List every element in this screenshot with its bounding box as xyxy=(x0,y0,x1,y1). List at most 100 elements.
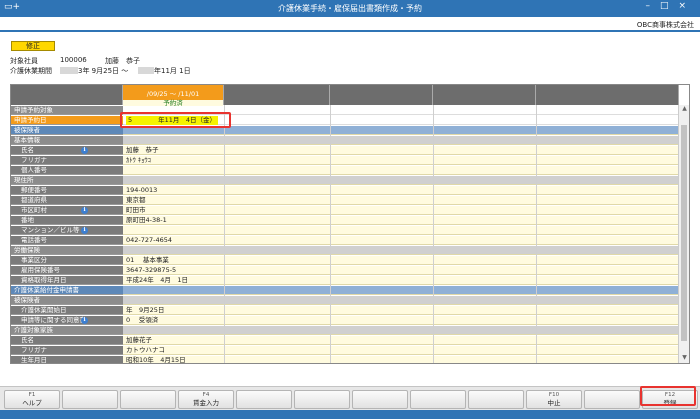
title-bar: ▭+ 介護休業手続・雇保届出書類作成・予約 –□× xyxy=(0,0,700,17)
employee-name: 加藤 恭子 xyxy=(105,57,140,65)
grid-row: 事業区分 01 基本事業 xyxy=(11,256,679,265)
cell-value[interactable]: 町田市 xyxy=(126,206,146,215)
row-label: 番地 xyxy=(11,216,123,225)
row-cells[interactable]: 加藤花子 xyxy=(123,336,679,345)
row-cells[interactable] xyxy=(123,176,679,185)
row-cells[interactable] xyxy=(123,296,679,305)
fkey-blank[interactable] xyxy=(62,390,118,409)
row-label: 生年月日 xyxy=(11,356,123,363)
row-label: 事業区分 xyxy=(11,256,123,265)
row-cells[interactable]: 東京都 xyxy=(123,196,679,205)
row-label: フリガナ xyxy=(11,346,123,355)
column-header-4[interactable] xyxy=(433,85,536,105)
grid-row: フリガナ ｶﾄｳ ｷｮｳｺ xyxy=(11,156,679,165)
row-cells[interactable]: ｶﾄｳ ｷｮｳｺ xyxy=(123,156,679,165)
row-cells[interactable]: カトウハナコ xyxy=(123,346,679,355)
fkey-button[interactable]: F4 賃金入力 xyxy=(178,390,234,409)
row-label: 都道府県 xyxy=(11,196,123,205)
info-icon[interactable]: ℹ xyxy=(81,227,88,234)
column-header-3[interactable] xyxy=(330,85,433,105)
row-cells[interactable]: 194-0013 xyxy=(123,186,679,195)
col-divider xyxy=(224,105,225,363)
info-icon[interactable]: ℹ xyxy=(81,147,88,154)
masked-era-2 xyxy=(138,67,154,74)
fkey-blank[interactable] xyxy=(120,390,176,409)
scroll-down-icon[interactable]: ▼ xyxy=(679,354,689,363)
column-header-5[interactable] xyxy=(536,85,679,105)
selected-column-header[interactable]: /09/25 ～ /11/01 予約済 xyxy=(123,85,224,107)
scroll-thumb[interactable] xyxy=(681,125,687,341)
row-cells[interactable]: 042-727-4654 xyxy=(123,236,679,245)
row-cells[interactable] xyxy=(123,286,679,295)
window-title: 介護休業手続・雇保届出書類作成・予約 xyxy=(278,4,422,13)
fkey-code: F10 xyxy=(548,392,560,398)
fkey-blank[interactable] xyxy=(410,390,466,409)
grid-row: 市区町村 ℹ 町田市 xyxy=(11,206,679,215)
cell-value[interactable]: 3647-329875-5 xyxy=(126,266,176,275)
period-from: 3年 9月25日 ～ xyxy=(78,67,129,75)
cell-value[interactable]: ｶﾄｳ ｷｮｳｺ xyxy=(126,156,151,165)
grid-row: 氏名 加藤花子 xyxy=(11,336,679,345)
row-label: 氏名 xyxy=(11,336,123,345)
row-label: 被保険者 xyxy=(11,126,123,135)
grid-row: 申請予約日 5 年11月 4日（金） xyxy=(11,116,679,125)
row-cells[interactable] xyxy=(123,326,679,335)
column-range: /09/25 ～ /11/01 xyxy=(146,90,200,98)
row-cells[interactable] xyxy=(123,226,679,235)
row-cells[interactable]: 加藤 恭子 xyxy=(123,146,679,155)
row-cells[interactable]: 3647-329875-5 xyxy=(123,266,679,275)
record-grid[interactable]: /09/25 ～ /11/01 予約済 申請予約対象 申請予約日 5 年11月 4日… xyxy=(10,84,690,364)
row-label: 介護対象家族 xyxy=(11,326,123,335)
scroll-up-icon[interactable]: ▲ xyxy=(679,105,689,114)
info-icon[interactable]: ℹ xyxy=(81,207,88,214)
row-cells[interactable]: 平成24年 4月 1日 xyxy=(123,276,679,285)
row-cells[interactable] xyxy=(123,136,679,145)
row-cells[interactable]: 年 9月25日 xyxy=(123,306,679,315)
grid-row: マンション／ビル等 ℹ xyxy=(11,226,679,235)
fkey-blank[interactable] xyxy=(584,390,640,409)
fkey-label: ヘルプ xyxy=(22,399,42,407)
fkey-button[interactable]: F10 中止 xyxy=(526,390,582,409)
grid-row: 電話番号 042-727-4654 xyxy=(11,236,679,245)
cell-value[interactable]: 加藤花子 xyxy=(126,336,152,345)
grid-row: 雇用保険番号 3647-329875-5 xyxy=(11,266,679,275)
row-label: 氏名 xyxy=(11,146,123,155)
fkey-label: 中止 xyxy=(547,399,561,407)
column-header-2[interactable] xyxy=(224,85,330,105)
cell-value[interactable]: カトウハナコ xyxy=(126,346,165,355)
cell-value[interactable]: 平成24年 4月 1日 xyxy=(126,276,188,285)
fkey-blank[interactable] xyxy=(352,390,408,409)
cell-value[interactable]: 年 9月25日 xyxy=(126,306,164,315)
grid-row: 資格取得年月日 平成24年 4月 1日 xyxy=(11,276,679,285)
cell-value[interactable]: 0 受領済 xyxy=(126,316,158,325)
cell-value[interactable]: 01 基本事業 xyxy=(126,256,169,265)
fkey-blank[interactable] xyxy=(236,390,292,409)
row-label: 介護休業給付金申請書 xyxy=(11,286,123,295)
row-cells[interactable] xyxy=(123,166,679,175)
fkey-blank[interactable] xyxy=(294,390,350,409)
row-cells[interactable] xyxy=(123,246,679,255)
company-name: OBC商事株式会社 xyxy=(636,21,694,29)
row-cells[interactable]: 原町田4-38-1 xyxy=(123,216,679,225)
cell-value[interactable]: 原町田4-38-1 xyxy=(126,216,167,225)
vertical-scrollbar[interactable]: ▲ ▼ xyxy=(678,105,689,363)
grid-row: 労働保険 xyxy=(11,246,679,255)
cell-value[interactable]: 194-0013 xyxy=(126,186,157,195)
mode-badge: 修正 xyxy=(11,41,55,51)
fkey-button[interactable]: F1 ヘルプ xyxy=(4,390,60,409)
fkey-blank[interactable] xyxy=(468,390,524,409)
info-icon[interactable]: ℹ xyxy=(81,317,88,324)
row-cells[interactable]: 0 受領済 xyxy=(123,316,679,325)
cell-value[interactable]: 042-727-4654 xyxy=(126,236,172,245)
row-cells[interactable]: 01 基本事業 xyxy=(123,256,679,265)
grid-row: フリガナ カトウハナコ xyxy=(11,346,679,355)
cell-value[interactable]: 昭和10年 4月15日 xyxy=(126,356,186,363)
cell-value[interactable]: 東京都 xyxy=(126,196,146,205)
window-controls[interactable]: –□× xyxy=(645,1,696,11)
row-label: 介護休業開始日 xyxy=(11,306,123,315)
row-cells[interactable]: 昭和10年 4月15日 xyxy=(123,356,679,363)
period-to: 年11月 1日 xyxy=(154,67,191,75)
cell-value[interactable]: 加藤 恭子 xyxy=(126,146,159,155)
grid-row: 生年月日 昭和10年 4月15日 xyxy=(11,356,679,363)
row-cells[interactable]: 町田市 xyxy=(123,206,679,215)
